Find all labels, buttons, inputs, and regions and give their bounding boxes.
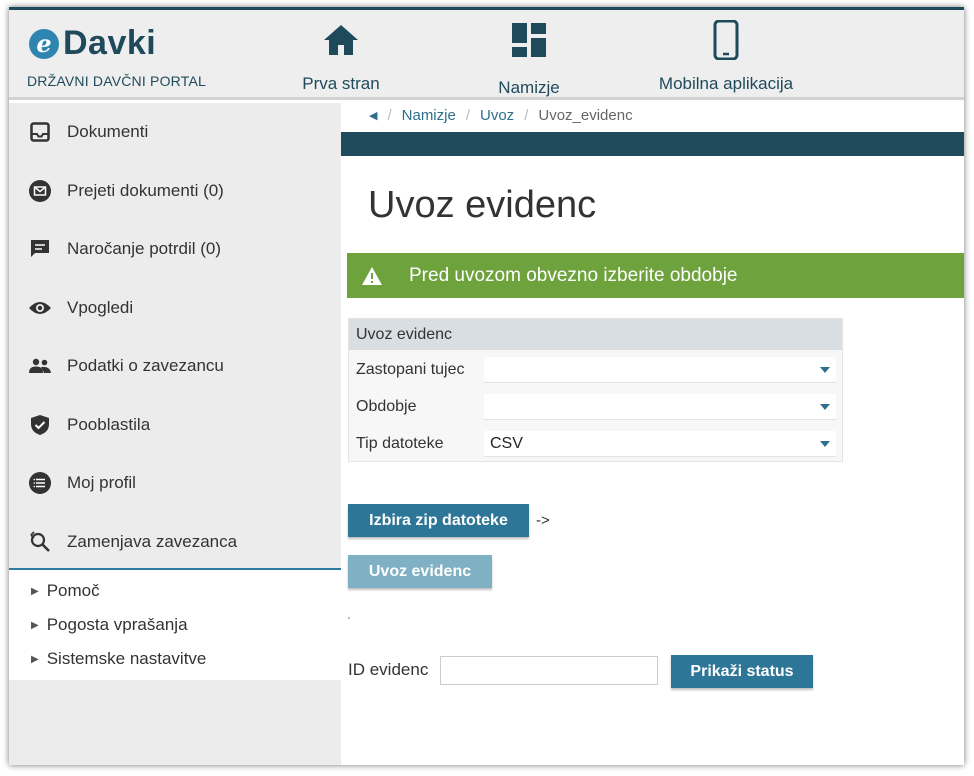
select-value: CSV (490, 434, 523, 452)
sidebar-item-zamenjava-zavezanca[interactable]: Zamenjava zavezanca (9, 513, 341, 572)
form-row-tip-datoteke: Tip datoteke CSV (349, 431, 842, 457)
back-caret-icon[interactable]: ◀ (369, 109, 377, 122)
sidebar-item-dokumenti[interactable]: Dokumenti (9, 103, 341, 162)
sidebar-item-label: Vpogledi (67, 297, 134, 317)
mobile-phone-icon (641, 20, 811, 60)
chevron-down-icon (820, 441, 830, 447)
chevron-down-icon (820, 367, 830, 373)
breadcrumb-current: Uvoz_evidenc (538, 107, 633, 124)
form-heading: Uvoz evidenc (349, 319, 842, 350)
field-label: Obdobje (356, 398, 417, 415)
sidebar-item-label: Sistemske nastavitve (46, 649, 207, 668)
sidebar-item-label: Podatki o zavezancu (67, 356, 224, 376)
id-evidenc-input[interactable] (440, 656, 658, 685)
chevron-down-icon (820, 404, 830, 410)
separator-dot (348, 617, 350, 619)
sidebar-item-label: Pomoč (46, 581, 100, 600)
sidebar-item-label: Dokumenti (67, 122, 149, 142)
nav-mobilna-aplikacija[interactable]: Mobilna aplikacija (641, 20, 811, 94)
sidebar-item-vpogledi[interactable]: Vpogledi (9, 279, 341, 338)
sidebar-item-pogosta-vprasanja[interactable]: ▶ Pogosta vprašanja (9, 608, 341, 642)
form-row-obdobje: Obdobje (349, 394, 842, 420)
caret-right-icon: ▶ (31, 619, 39, 631)
show-status-button[interactable]: Prikaži status (671, 655, 813, 688)
sidebar-help-menu: ▶ Pomoč ▶ Pogosta vprašanja ▶ Sistemske … (9, 570, 341, 680)
obdobje-select[interactable] (484, 394, 836, 420)
header: e Davki DRŽAVNI DAVČNI PORTAL Prva stran (9, 10, 964, 100)
sidebar-item-label: Moj profil (67, 473, 136, 493)
dashboard-icon (479, 20, 579, 60)
list-circle-icon (27, 470, 53, 496)
nav-label: Namizje (498, 78, 560, 97)
import-form: Uvoz evidenc Zastopani tujec Obdobje Tip… (348, 318, 843, 462)
sidebar-item-prejeti-dokumenti[interactable]: Prejeti dokumenti (0) (9, 162, 341, 221)
logo-text: Davki (63, 24, 157, 62)
sidebar-item-label: Naročanje potrdil (0) (67, 239, 222, 259)
breadcrumb: ◀ / Namizje / Uvoz / Uvoz_evidenc (369, 107, 633, 124)
inbox-icon (27, 119, 53, 145)
nav-label: Mobilna aplikacija (658, 74, 794, 93)
alert-text: Pred uvozom obvezno izberite obdobje (409, 264, 738, 286)
home-icon (281, 20, 401, 60)
sidebar-item-moj-profil[interactable]: Moj profil (9, 454, 341, 513)
comment-icon (27, 236, 53, 262)
nav-label: Prva stran (302, 74, 380, 93)
zastopani-tujec-select[interactable] (484, 357, 836, 383)
logo-mark: e (29, 28, 59, 59)
caret-right-icon: ▶ (31, 585, 39, 597)
form-row-zastopani-tujec: Zastopani tujec (349, 357, 842, 383)
sidebar-item-label: Zamenjava zavezanca (67, 531, 238, 551)
tip-datoteke-select[interactable]: CSV (484, 431, 836, 457)
sidebar-item-label: Pogosta vprašanja (46, 615, 188, 634)
import-evidenc-button[interactable]: Uvoz evidenc (348, 555, 492, 588)
nav-namizje[interactable]: Namizje (479, 20, 579, 98)
id-evidenc-label: ID evidenc (348, 660, 429, 679)
logo-subtitle: DRŽAVNI DAVČNI PORTAL (27, 73, 206, 89)
choose-zip-button[interactable]: Izbira zip datoteke (348, 504, 529, 537)
field-label: Zastopani tujec (356, 361, 465, 378)
person-search-icon (27, 529, 53, 555)
eye-icon (27, 295, 53, 321)
sidebar-item-narocanje-potrdil[interactable]: Naročanje potrdil (0) (9, 220, 341, 279)
choose-zip-arrow: -> (536, 512, 550, 529)
people-icon (27, 353, 53, 379)
title-bar (341, 132, 964, 156)
breadcrumb-link-namizje[interactable]: Namizje (402, 107, 456, 124)
sidebar-item-label: Prejeti dokumenti (0) (67, 180, 224, 200)
sidebar-main-menu: Dokumenti Prejeti dokumenti (0) Naročanj… (9, 103, 341, 570)
field-label: Tip datoteke (356, 435, 444, 452)
warning-icon (361, 266, 385, 286)
sidebar-item-podatki-o-zavezancu[interactable]: Podatki o zavezancu (9, 337, 341, 396)
main-content: ◀ / Namizje / Uvoz / Uvoz_evidenc Uvoz e… (341, 103, 964, 765)
nav-prva-stran[interactable]: Prva stran (281, 20, 401, 94)
breadcrumb-link-uvoz[interactable]: Uvoz (480, 107, 514, 124)
warning-alert: Pred uvozom obvezno izberite obdobje (347, 253, 964, 298)
sidebar-item-pooblastila[interactable]: Pooblastila (9, 396, 341, 455)
sidebar-item-label: Pooblastila (67, 414, 151, 434)
sidebar: Dokumenti Prejeti dokumenti (0) Naročanj… (9, 103, 341, 765)
caret-right-icon: ▶ (31, 653, 39, 665)
shield-check-icon (27, 412, 53, 438)
sidebar-item-sistemske-nastavitve[interactable]: ▶ Sistemske nastavitve (9, 642, 341, 676)
app-window: e Davki DRŽAVNI DAVČNI PORTAL Prva stran (9, 7, 964, 765)
edavki-logo[interactable]: e Davki (29, 24, 156, 63)
mail-circle-icon (27, 178, 53, 204)
page-title: Uvoz evidenc (368, 184, 597, 226)
sidebar-item-pomoc[interactable]: ▶ Pomoč (9, 574, 341, 608)
